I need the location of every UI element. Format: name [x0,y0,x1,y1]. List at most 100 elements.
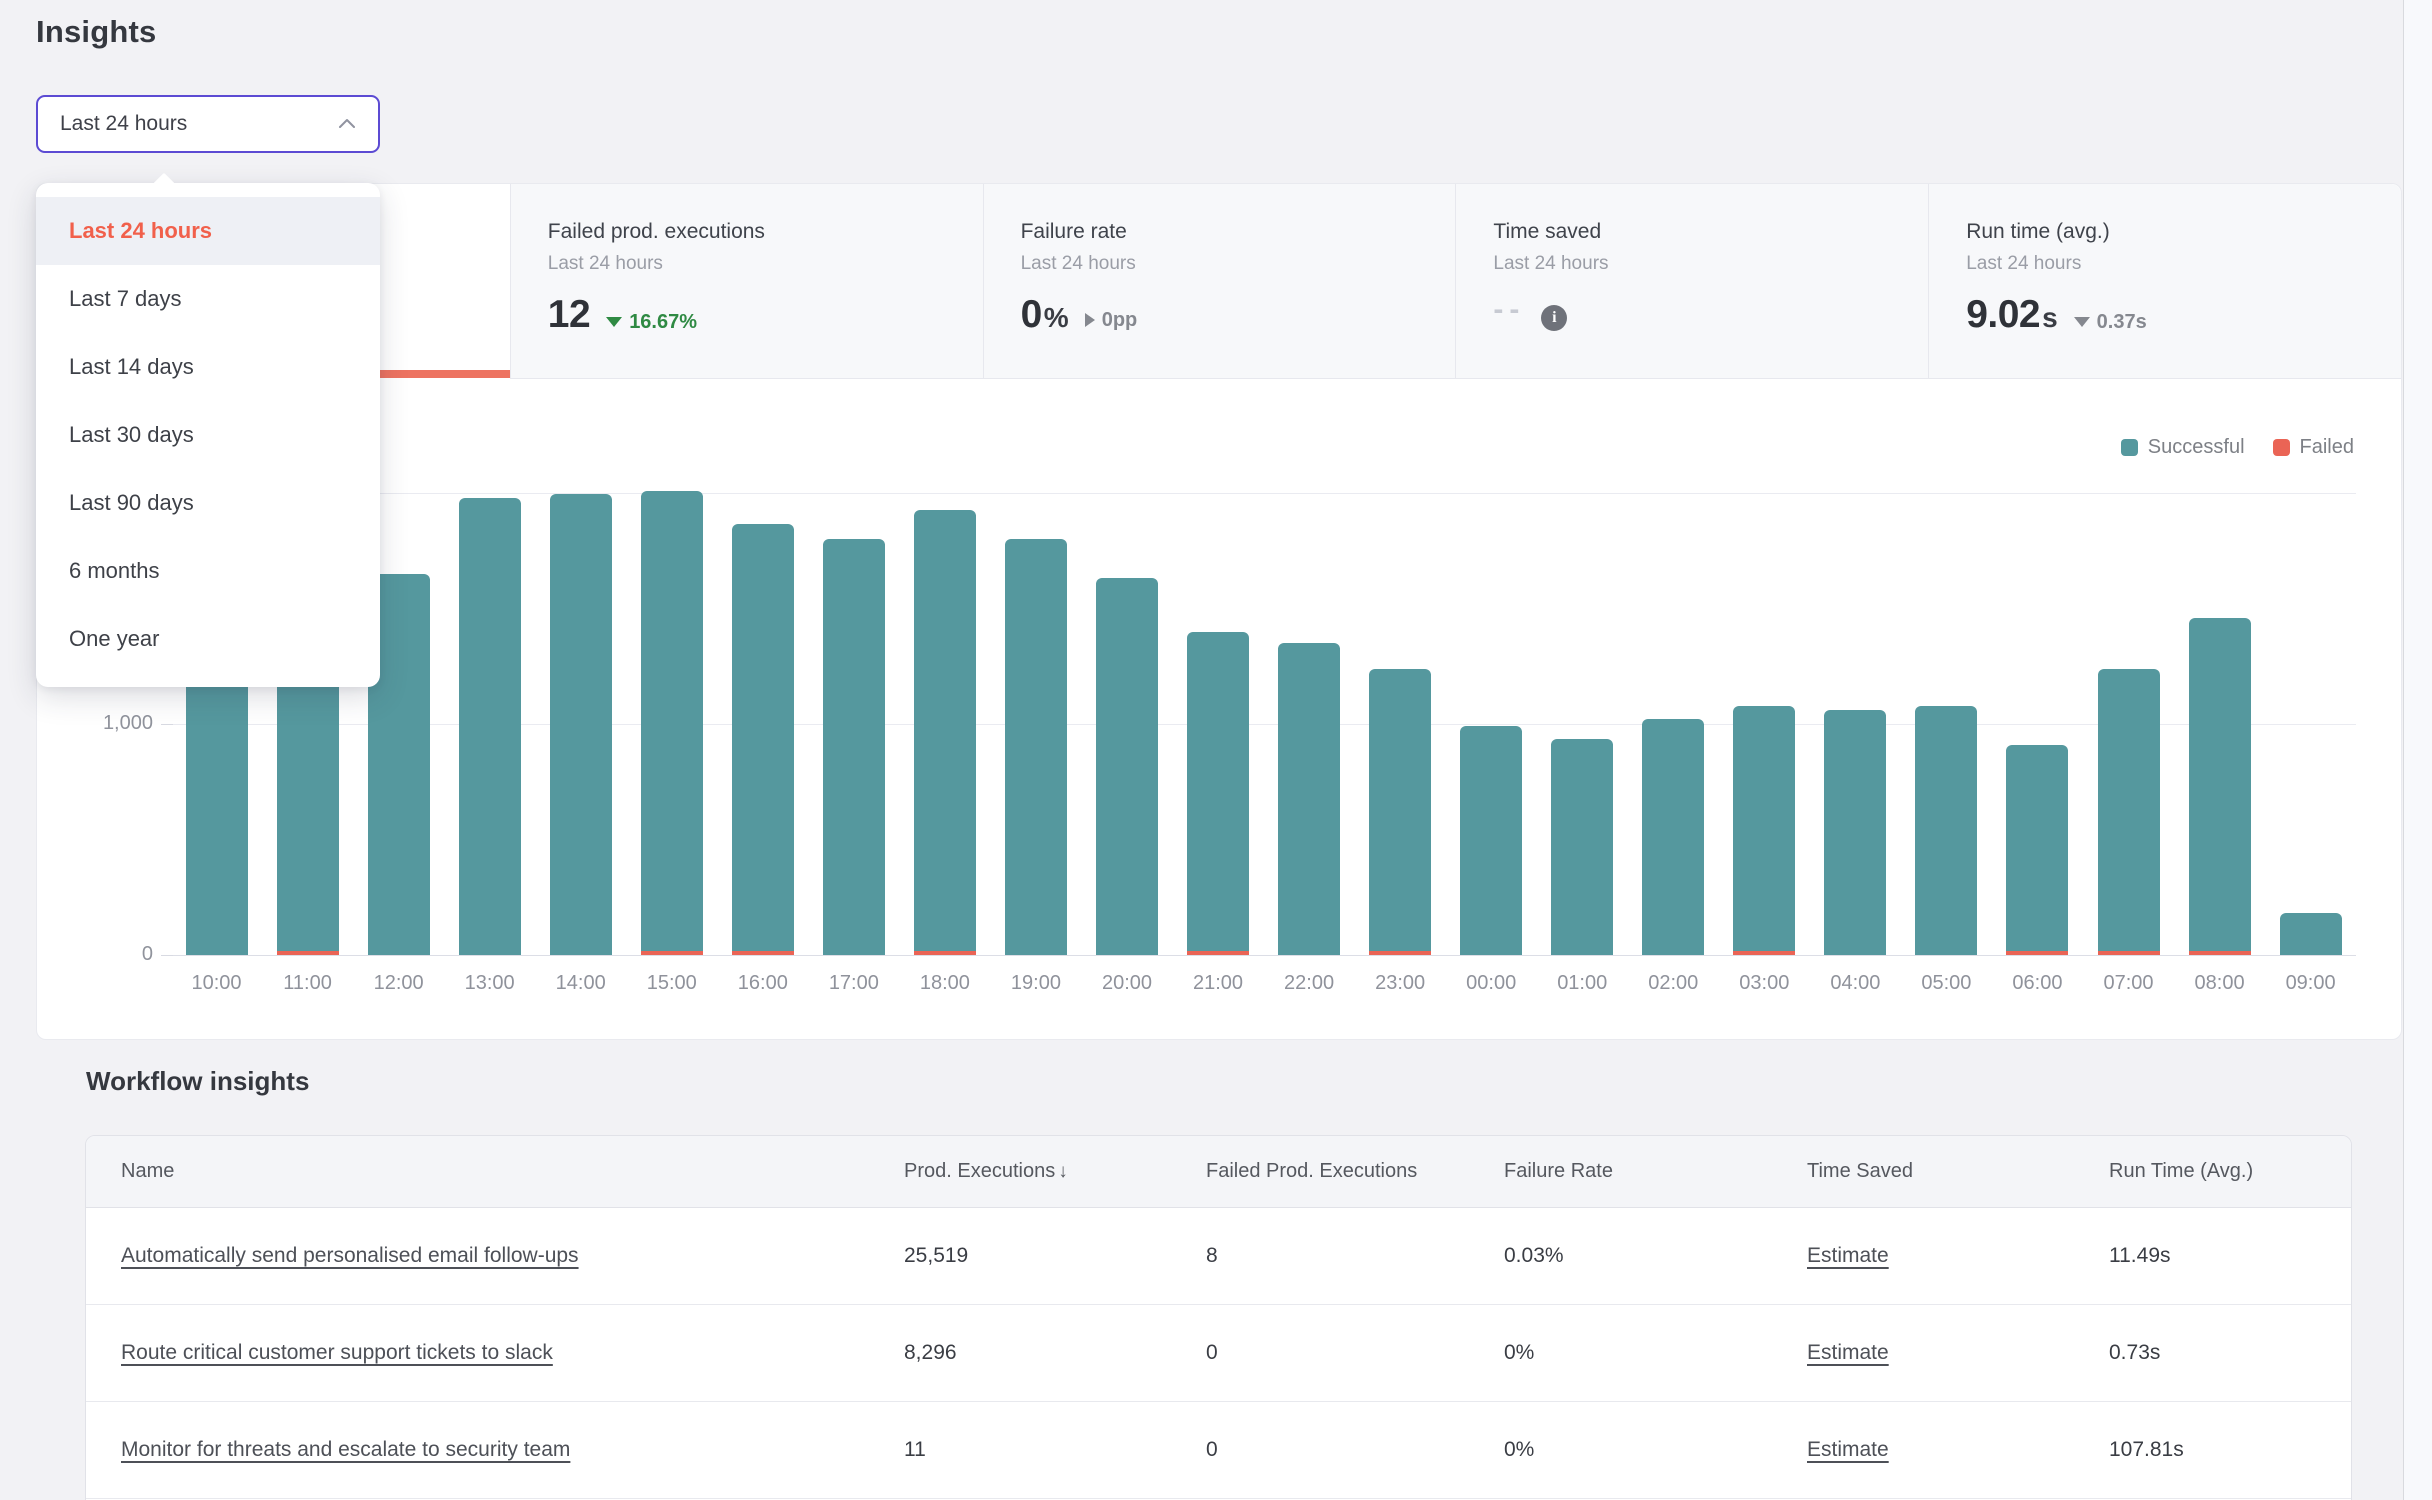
summary-tabs: Failed prod. executionsLast 24 hours1216… [37,184,2401,379]
column-header-failure-rate[interactable]: Failure Rate [1504,1160,1807,1183]
column-header-failed-prod-executions[interactable]: Failed Prod. Executions [1206,1160,1504,1183]
card-label: Run time (avg.) [1966,220,2401,244]
time-saved-estimate-link[interactable]: Estimate [1807,1244,1889,1267]
bar-21:00[interactable] [1187,632,1249,955]
bar-slot-14:00 [535,493,626,955]
column-header-run-time-avg[interactable]: Run Time (Avg.) [2109,1160,2351,1183]
bar-successful [2006,745,2068,951]
failed-prod-executions-value: 0 [1206,1341,1218,1364]
bar-slot-04:00 [1810,493,1901,955]
bar-07:00[interactable] [2098,669,2160,955]
bar-slot-05:00 [1901,493,1992,955]
menu-item-one-year[interactable]: One year [36,605,380,673]
insights-page: Insights Last 24 hours Failed prod. exec… [0,0,2432,1500]
bar-successful [2280,913,2342,955]
bar-successful [2189,618,2251,951]
menu-item-last-14-days[interactable]: Last 14 days [36,333,380,401]
workflow-name-link[interactable]: Route critical customer support tickets … [121,1341,553,1364]
bar-successful [1824,710,1886,955]
summary-card-time-saved[interactable]: Time savedLast 24 hours--i [1455,184,1928,379]
bar-successful [823,539,885,955]
bar-15:00[interactable] [641,491,703,955]
bar-03:00[interactable] [1733,706,1795,955]
period-menu: Last 24 hoursLast 7 daysLast 14 daysLast… [36,183,380,687]
menu-item-last-24-hours[interactable]: Last 24 hours [36,197,380,265]
bar-slot-03:00 [1719,493,1810,955]
scroll-gutter[interactable] [2403,0,2432,1500]
bar-06:00[interactable] [2006,745,2068,955]
x-axis-label: 05:00 [1901,972,1992,995]
summary-card-run-time-avg[interactable]: Run time (avg.)Last 24 hours9.02s0.37s [1928,184,2401,379]
bar-00:00[interactable] [1460,726,1522,955]
chart-legend: Successful Failed [2121,436,2354,459]
period-select-value: Last 24 hours [60,112,187,136]
page-title: Insights [36,14,156,50]
bar-04:00[interactable] [1824,710,1886,955]
summary-card-failure-rate[interactable]: Failure rateLast 24 hours0%0pp [983,184,1456,379]
table-header-row: NameProd. Executions↓Failed Prod. Execut… [86,1136,2351,1208]
bar-22:00[interactable] [1278,643,1340,955]
y-axis-label: 1,000 [53,712,153,735]
failed-color-chip [2273,439,2290,456]
prod-executions-value: 8,296 [904,1341,957,1364]
column-header-time-saved[interactable]: Time Saved [1807,1160,2109,1183]
bar-successful [1460,726,1522,955]
legend-failed[interactable]: Failed [2273,436,2354,459]
menu-item-last-7-days[interactable]: Last 7 days [36,265,380,333]
bar-slot-01:00 [1537,493,1628,955]
card-subtitle: Last 24 hours [1021,253,1456,275]
x-axis-label: 15:00 [626,972,717,995]
gridline-0 [171,955,2356,956]
bar-16:00[interactable] [732,524,794,955]
bar-14:00[interactable] [550,494,612,955]
x-axis-label: 23:00 [1355,972,1446,995]
bar-20:00[interactable] [1096,578,1158,955]
bar-05:00[interactable] [1915,706,1977,955]
prod-executions-value: 25,519 [904,1244,968,1267]
bar-19:00[interactable] [1005,539,1067,955]
menu-item-last-90-days[interactable]: Last 90 days [36,469,380,537]
time-saved-estimate-link[interactable]: Estimate [1807,1438,1889,1461]
bar-08:00[interactable] [2189,618,2251,955]
x-axis-label: 00:00 [1446,972,1537,995]
bar-failed [1369,951,1431,955]
menu-item-6-months[interactable]: 6 months [36,537,380,605]
run-time-value: 11.49s [2109,1244,2171,1267]
summary-card-failed-prod-executions[interactable]: Failed prod. executionsLast 24 hours1216… [510,184,983,379]
card-value-row: --i [1493,293,1928,328]
column-header-name[interactable]: Name [86,1160,904,1183]
time-saved-estimate-link[interactable]: Estimate [1807,1341,1889,1364]
bar-23:00[interactable] [1369,669,1431,955]
x-axis-label: 08:00 [2174,972,2265,995]
workflow-name-link[interactable]: Monitor for threats and escalate to secu… [121,1438,570,1461]
bar-successful [1096,578,1158,955]
bar-slot-08:00 [2174,493,2265,955]
column-header-prod-executions[interactable]: Prod. Executions↓ [904,1160,1206,1183]
menu-item-last-30-days[interactable]: Last 30 days [36,401,380,469]
x-axis-label: 04:00 [1810,972,1901,995]
workflow-name-link[interactable]: Automatically send personalised email fo… [121,1244,579,1267]
bar-slot-00:00 [1446,493,1537,955]
bar-13:00[interactable] [459,498,521,955]
bar-18:00[interactable] [914,510,976,955]
card-subtitle: Last 24 hours [1493,253,1928,275]
bar-02:00[interactable] [1642,719,1704,955]
table-row: Monitor for threats and escalate to secu… [86,1402,2351,1499]
bar-slot-13:00 [444,493,535,955]
bar-09:00[interactable] [2280,913,2342,955]
x-axis-label: 13:00 [444,972,535,995]
bar-17:00[interactable] [823,539,885,955]
bar-failed [2006,951,2068,955]
info-icon[interactable]: i [1541,305,1567,331]
card-subtitle: Last 24 hours [548,253,983,275]
legend-successful[interactable]: Successful [2121,436,2245,459]
failure-rate-value: 0.03% [1504,1244,1564,1267]
bar-slot-20:00 [1081,493,1172,955]
bar-failed [2189,951,2251,955]
bar-slot-07:00 [2083,493,2174,955]
period-select[interactable]: Last 24 hours [36,95,380,153]
bar-slot-06:00 [1992,493,2083,955]
failed-prod-executions-value: 0 [1206,1438,1218,1461]
x-axis-label: 02:00 [1628,972,1719,995]
bar-01:00[interactable] [1551,739,1613,955]
